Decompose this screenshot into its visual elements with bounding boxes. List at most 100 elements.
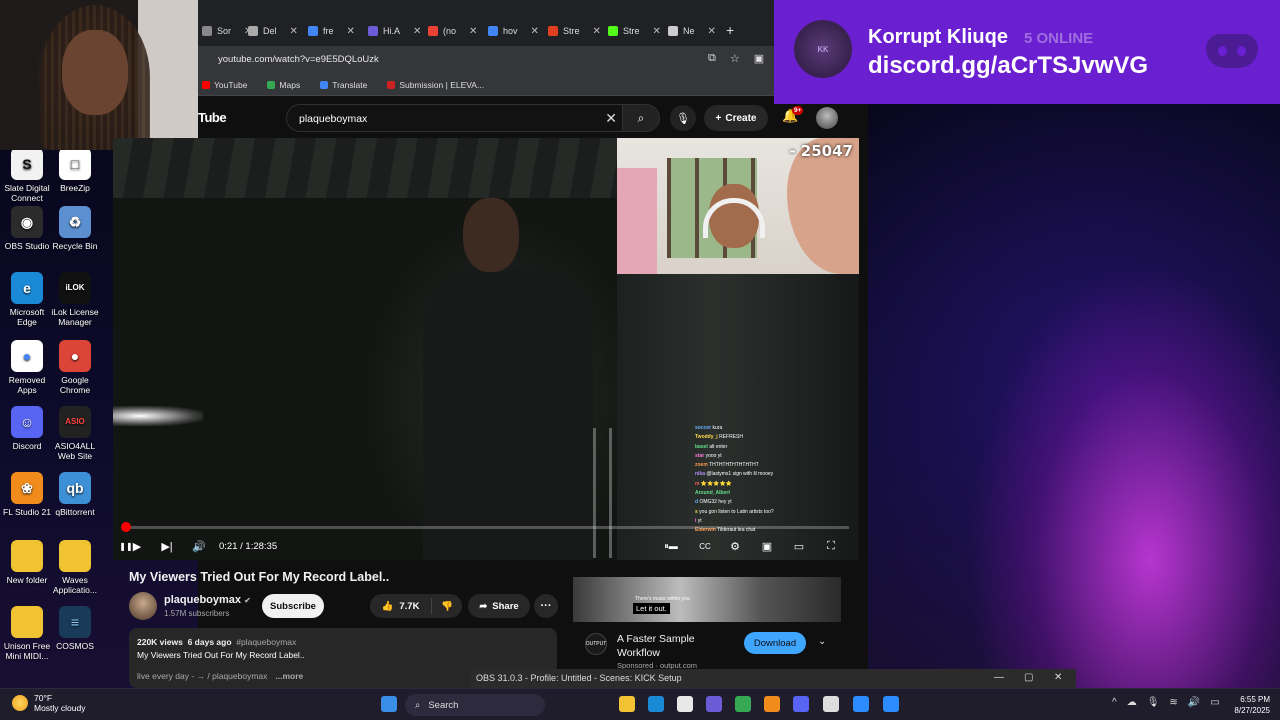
fullscreen-icon[interactable]: ⛶ — [823, 534, 839, 558]
weather-widget[interactable]: 70°F Mostly cloudy — [12, 693, 86, 713]
voice-search-button[interactable]: 🎙 — [670, 105, 696, 131]
bookmark-item[interactable]: Translate — [320, 80, 367, 90]
taskbar-search[interactable]: ⌕ Search — [405, 694, 545, 716]
fl-studio-icon[interactable] — [764, 696, 780, 712]
start-windows-icon[interactable] — [381, 696, 397, 712]
show-more-link[interactable]: ...more — [275, 671, 303, 681]
search-button[interactable]: ⌕ — [622, 104, 660, 132]
autoplay-toggle[interactable]: ⏸▬ — [659, 534, 683, 558]
address-bar[interactable]: youtube.com/watch?v=e9E5DQLoUzk ⧉ ☆ ▣ ☰ — [198, 46, 868, 74]
browser-tab[interactable]: Stre ✕ — [608, 22, 661, 40]
browser-tab[interactable]: Stre ✕ — [548, 22, 601, 40]
theater-mode-icon[interactable]: ▭ — [791, 534, 807, 558]
create-button[interactable]: + Create — [704, 105, 768, 131]
ad-thumbnail[interactable]: There's music within you. Let it out. — [573, 577, 841, 622]
tab-search-icon[interactable]: ▣ — [754, 52, 764, 65]
app-icon[interactable] — [706, 696, 722, 712]
edge-icon[interactable] — [648, 696, 664, 712]
desktop-icon[interactable]: qb qBittorrent — [48, 472, 102, 517]
url-text[interactable]: youtube.com/watch?v=e9E5DQLoUzk — [218, 54, 379, 65]
dislike-button[interactable]: 👎 — [432, 601, 462, 612]
hashtag-link[interactable]: #plaqueboymax — [236, 637, 296, 647]
tab-close-icon[interactable]: ✕ — [708, 26, 716, 37]
desktop-icon[interactable]: New folder — [0, 540, 54, 585]
obs-window-titlebar[interactable]: OBS 31.0.3 - Profile: Untitled - Scenes:… — [470, 669, 1076, 688]
account-avatar[interactable] — [816, 107, 838, 129]
browser-tab[interactable]: (no ✕ — [428, 22, 477, 40]
search-input[interactable]: plaqueboymax ✕ — [286, 104, 626, 132]
progress-bar[interactable] — [120, 522, 849, 532]
browser-tab[interactable]: Hi.A ✕ — [368, 22, 421, 40]
desktop-icon[interactable]: ● Google Chrome — [48, 340, 102, 395]
wifi-icon[interactable]: ≋ — [1169, 697, 1177, 708]
browser-tab[interactable]: Ne ✕ — [668, 22, 716, 40]
new-tab-button[interactable]: + — [726, 22, 734, 38]
vpn-icon[interactable] — [883, 696, 899, 712]
tab-close-icon[interactable]: ✕ — [593, 26, 601, 37]
tab-close-icon[interactable]: ✕ — [290, 26, 298, 37]
store-icon[interactable] — [677, 696, 693, 712]
desktop-icon[interactable]: □ BreeZip — [48, 148, 102, 193]
desktop-icon[interactable]: ASIO ASIO4ALL Web Site — [48, 406, 102, 461]
zoom-icon[interactable] — [853, 696, 869, 712]
tab-close-icon[interactable]: ✕ — [413, 26, 421, 37]
browser-tab[interactable]: hov ✕ — [488, 22, 539, 40]
more-actions-button[interactable]: ··· — [534, 594, 558, 618]
advertiser-logo[interactable]: OUTPUT — [585, 633, 607, 655]
ad-download-button[interactable]: Download — [744, 632, 806, 654]
desktop-icon[interactable]: ◉ OBS Studio — [0, 206, 54, 251]
bookmark-item[interactable]: Submission | ELEVA... — [387, 80, 484, 90]
video-player[interactable]: - 25047 soccer kura Twoddy_j REFRESH basel… — [113, 138, 859, 560]
captions-icon[interactable]: CC — [697, 534, 713, 558]
maximize-icon[interactable]: ▢ — [1024, 672, 1033, 683]
chrome-icon[interactable] — [735, 696, 751, 712]
bookmark-item[interactable]: YouTube — [202, 80, 247, 90]
desktop-icon[interactable]: Unison Free Mini MIDI... — [0, 606, 54, 661]
share-button[interactable]: ➦ Share — [468, 594, 530, 618]
chevron-up-icon[interactable]: ^ — [1112, 697, 1117, 708]
desktop-icon[interactable]: ≡ COSMOS — [48, 606, 102, 651]
network-cloud-icon[interactable]: ☁ — [1127, 697, 1137, 708]
discord-icon[interactable] — [793, 696, 809, 712]
next-icon[interactable]: ▶| — [159, 534, 175, 558]
browser-tab[interactable]: fre ✕ — [308, 22, 355, 40]
desktop-icon[interactable]: ♻ Recycle Bin — [48, 206, 102, 251]
desktop-icon[interactable]: S Slate Digital Connect — [0, 148, 54, 203]
tab-close-icon[interactable]: ✕ — [531, 26, 539, 37]
desktop-icon[interactable]: ❀ FL Studio 21 — [0, 472, 54, 517]
clear-search-icon[interactable]: ✕ — [605, 110, 617, 127]
like-button[interactable]: 👍 7.7K — [370, 598, 432, 614]
channel-avatar[interactable] — [129, 592, 157, 620]
channel-name[interactable]: plaqueboymax ✔ — [164, 594, 251, 606]
file-explorer-icon[interactable] — [619, 696, 635, 712]
volume-icon[interactable]: 🔊 — [1188, 697, 1200, 708]
search-query[interactable]: plaqueboymax — [299, 113, 367, 125]
youtube-logo[interactable]: Tube — [198, 110, 227, 125]
play-icon[interactable]: ▶ — [129, 534, 145, 558]
microphone-icon[interactable]: 🎙 — [1147, 697, 1160, 708]
miniplayer-icon[interactable]: ▣ — [759, 534, 775, 558]
bookmark-item[interactable]: Maps — [267, 80, 300, 90]
desktop-icon[interactable]: e Microsoft Edge — [0, 272, 54, 327]
scrubber-handle[interactable] — [120, 522, 131, 532]
minimize-icon[interactable]: — — [994, 672, 1004, 683]
desktop-icon[interactable]: Waves Applicatio... — [48, 540, 102, 595]
ad-title[interactable]: A Faster Sample Workflow — [617, 632, 727, 660]
chevron-down-icon[interactable]: ⌄ — [818, 636, 826, 647]
subscribe-button[interactable]: Subscribe — [262, 594, 324, 618]
bookmark-star-icon[interactable]: ☆ — [730, 52, 740, 65]
tab-close-icon[interactable]: ✕ — [469, 26, 477, 37]
tab-close-icon[interactable]: ✕ — [653, 26, 661, 37]
desktop-icon[interactable]: iLOK iLok License Manager — [48, 272, 102, 327]
volume-icon[interactable]: 🔊 — [191, 534, 207, 558]
obs-icon[interactable] — [823, 696, 839, 712]
settings-gear-icon[interactable]: ⚙ — [727, 534, 743, 558]
browser-tab[interactable]: Sor✕ — [202, 22, 252, 40]
install-icon[interactable]: ⧉ — [708, 52, 716, 65]
desktop-icon[interactable]: ● Removed Apps — [0, 340, 54, 395]
clock[interactable]: 6:55 PM 8/27/2025 — [1218, 694, 1270, 716]
desktop-icon[interactable]: ☺ Discord — [0, 406, 54, 451]
tab-close-icon[interactable]: ✕ — [347, 26, 355, 37]
browser-tab[interactable]: Del ✕ — [248, 22, 298, 40]
close-icon[interactable]: ✕ — [1054, 672, 1062, 683]
